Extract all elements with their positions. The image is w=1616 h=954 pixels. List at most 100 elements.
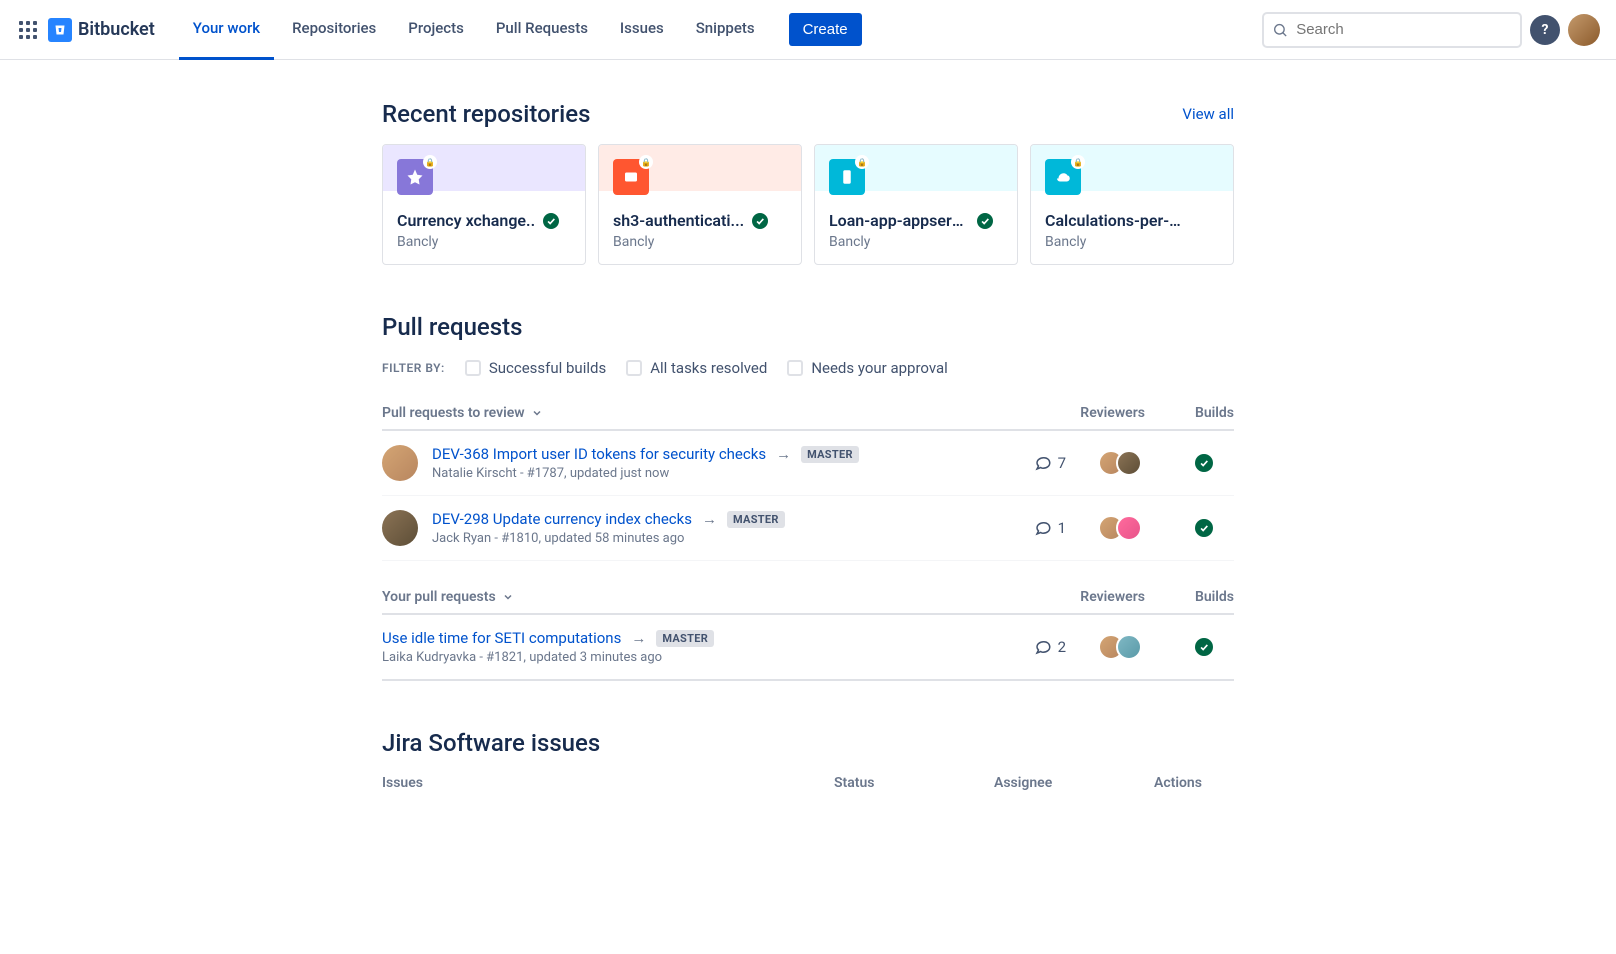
reviewers-stack[interactable]: [1080, 515, 1160, 541]
search-input[interactable]: [1296, 21, 1512, 38]
bitbucket-logo-icon: [48, 18, 72, 42]
repo-org: Bancly: [397, 234, 571, 250]
col-builds: Builds: [1195, 589, 1234, 605]
comment-icon: [1034, 454, 1052, 472]
repo-name: Currency xchange..: [397, 211, 535, 230]
comment-icon: [1034, 638, 1052, 656]
repo-name: Calculations-per-ca...: [1045, 211, 1185, 230]
checkbox-icon: [465, 360, 481, 376]
nav-tab-issues[interactable]: Issues: [606, 0, 678, 60]
lock-icon: 🔒: [1071, 155, 1085, 169]
create-button[interactable]: Create: [789, 13, 862, 46]
chevron-down-icon: [531, 407, 543, 419]
nav-tab-your-work[interactable]: Your work: [179, 0, 274, 60]
build-status[interactable]: [1174, 638, 1234, 656]
repo-card[interactable]: 🔒 Currency xchange.. Bancly: [382, 144, 586, 265]
check-icon: [1195, 454, 1213, 472]
repo-org: Bancly: [613, 234, 787, 250]
check-icon: [1195, 519, 1213, 537]
author-avatar: [382, 510, 418, 546]
pr-title-link[interactable]: DEV-298 Update currency index checks: [432, 510, 692, 528]
repo-icon: 🔒: [829, 159, 865, 195]
check-icon: [543, 213, 559, 229]
lock-icon: 🔒: [423, 155, 437, 169]
filter-all-tasks-resolved[interactable]: All tasks resolved: [626, 359, 767, 377]
repo-card[interactable]: 🔒 Loan-app-appserv... Bancly: [814, 144, 1018, 265]
reviewers-stack[interactable]: [1080, 634, 1160, 660]
comment-count[interactable]: 7: [1026, 454, 1066, 472]
pr-to-review-toggle[interactable]: Pull requests to review: [382, 405, 543, 421]
build-status[interactable]: [1174, 454, 1234, 472]
lock-icon: 🔒: [639, 155, 653, 169]
arrow-right-icon: →: [776, 445, 791, 463]
check-icon: [977, 213, 993, 229]
nav-tab-snippets[interactable]: Snippets: [682, 0, 769, 60]
col-reviewers: Reviewers: [1080, 589, 1145, 605]
filter-by-label: FILTER BY:: [382, 361, 445, 375]
profile-avatar[interactable]: [1568, 14, 1600, 46]
check-icon: [1195, 638, 1213, 656]
jira-table-header: Issues Status Assignee Actions: [382, 775, 1234, 799]
filter-successful-builds[interactable]: Successful builds: [465, 359, 606, 377]
arrow-right-icon: →: [631, 629, 646, 647]
repo-name: Loan-app-appserv...: [829, 211, 969, 230]
pr-meta: Jack Ryan - #1810, updated 58 minutes ag…: [432, 531, 1012, 546]
search-box[interactable]: [1262, 12, 1522, 48]
reviewer-avatar: [1116, 515, 1142, 541]
bitbucket-logo[interactable]: Bitbucket: [48, 18, 155, 42]
your-pr-header: Your pull requests Reviewers Builds: [382, 589, 1234, 615]
pr-meta: Natalie Kirscht - #1787, updated just no…: [432, 466, 1012, 481]
col-issues: Issues: [382, 775, 834, 791]
checkbox-icon: [626, 360, 642, 376]
repo-card[interactable]: 🔒 Calculations-per-ca... Bancly: [1030, 144, 1234, 265]
repo-icon: 🔒: [613, 159, 649, 195]
col-builds: Builds: [1195, 405, 1234, 421]
pr-row[interactable]: DEV-298 Update currency index checks → M…: [382, 496, 1234, 561]
reviewer-avatar: [1116, 450, 1142, 476]
product-name: Bitbucket: [78, 19, 155, 40]
pr-filters: FILTER BY: Successful builds All tasks r…: [382, 359, 1234, 377]
filter-needs-approval[interactable]: Needs your approval: [787, 359, 948, 377]
nav-tab-pull-requests[interactable]: Pull Requests: [482, 0, 602, 60]
target-branch: MASTER: [727, 511, 785, 528]
your-pr-toggle[interactable]: Your pull requests: [382, 589, 514, 605]
pr-row[interactable]: DEV-368 Import user ID tokens for securi…: [382, 431, 1234, 496]
comment-count[interactable]: 1: [1026, 519, 1066, 537]
nav-tab-projects[interactable]: Projects: [394, 0, 478, 60]
repo-name: sh3-authenticati...: [613, 211, 744, 230]
repo-cards: 🔒 Currency xchange.. Bancly 🔒 sh3-authen…: [382, 144, 1234, 265]
jira-issues-title: Jira Software issues: [382, 729, 1234, 757]
reviewer-avatar: [1116, 634, 1142, 660]
repo-icon: 🔒: [397, 159, 433, 195]
help-icon[interactable]: ?: [1530, 15, 1560, 45]
view-all-link[interactable]: View all: [1182, 105, 1234, 123]
lock-icon: 🔒: [855, 155, 869, 169]
col-status: Status: [834, 775, 994, 791]
col-reviewers: Reviewers: [1080, 405, 1145, 421]
repo-icon: 🔒: [1045, 159, 1081, 195]
repo-org: Bancly: [1045, 234, 1219, 250]
build-status[interactable]: [1174, 519, 1234, 537]
arrow-right-icon: →: [702, 510, 717, 528]
pull-requests-title: Pull requests: [382, 313, 1234, 341]
repo-org: Bancly: [829, 234, 1003, 250]
pr-meta: Laika Kudryavka - #1821, updated 3 minut…: [382, 650, 1012, 665]
pr-title-link[interactable]: DEV-368 Import user ID tokens for securi…: [432, 445, 766, 463]
author-avatar: [382, 445, 418, 481]
primary-nav: Your work Repositories Projects Pull Req…: [179, 0, 769, 60]
col-actions: Actions: [1154, 775, 1234, 791]
target-branch: MASTER: [656, 630, 714, 647]
target-branch: MASTER: [801, 446, 859, 463]
reviewers-stack[interactable]: [1080, 450, 1160, 476]
pr-to-review-header: Pull requests to review Reviewers Builds: [382, 405, 1234, 431]
comment-count[interactable]: 2: [1026, 638, 1066, 656]
repo-card[interactable]: 🔒 sh3-authenticati... Bancly: [598, 144, 802, 265]
pr-title-link[interactable]: Use idle time for SETI computations: [382, 629, 621, 647]
recent-repos-title: Recent repositories: [382, 100, 591, 128]
comment-icon: [1034, 519, 1052, 537]
chevron-down-icon: [502, 591, 514, 603]
app-switcher-icon[interactable]: [16, 18, 40, 42]
pr-row[interactable]: Use idle time for SETI computations → MA…: [382, 615, 1234, 681]
nav-tab-repositories[interactable]: Repositories: [278, 0, 390, 60]
search-icon: [1272, 21, 1288, 39]
